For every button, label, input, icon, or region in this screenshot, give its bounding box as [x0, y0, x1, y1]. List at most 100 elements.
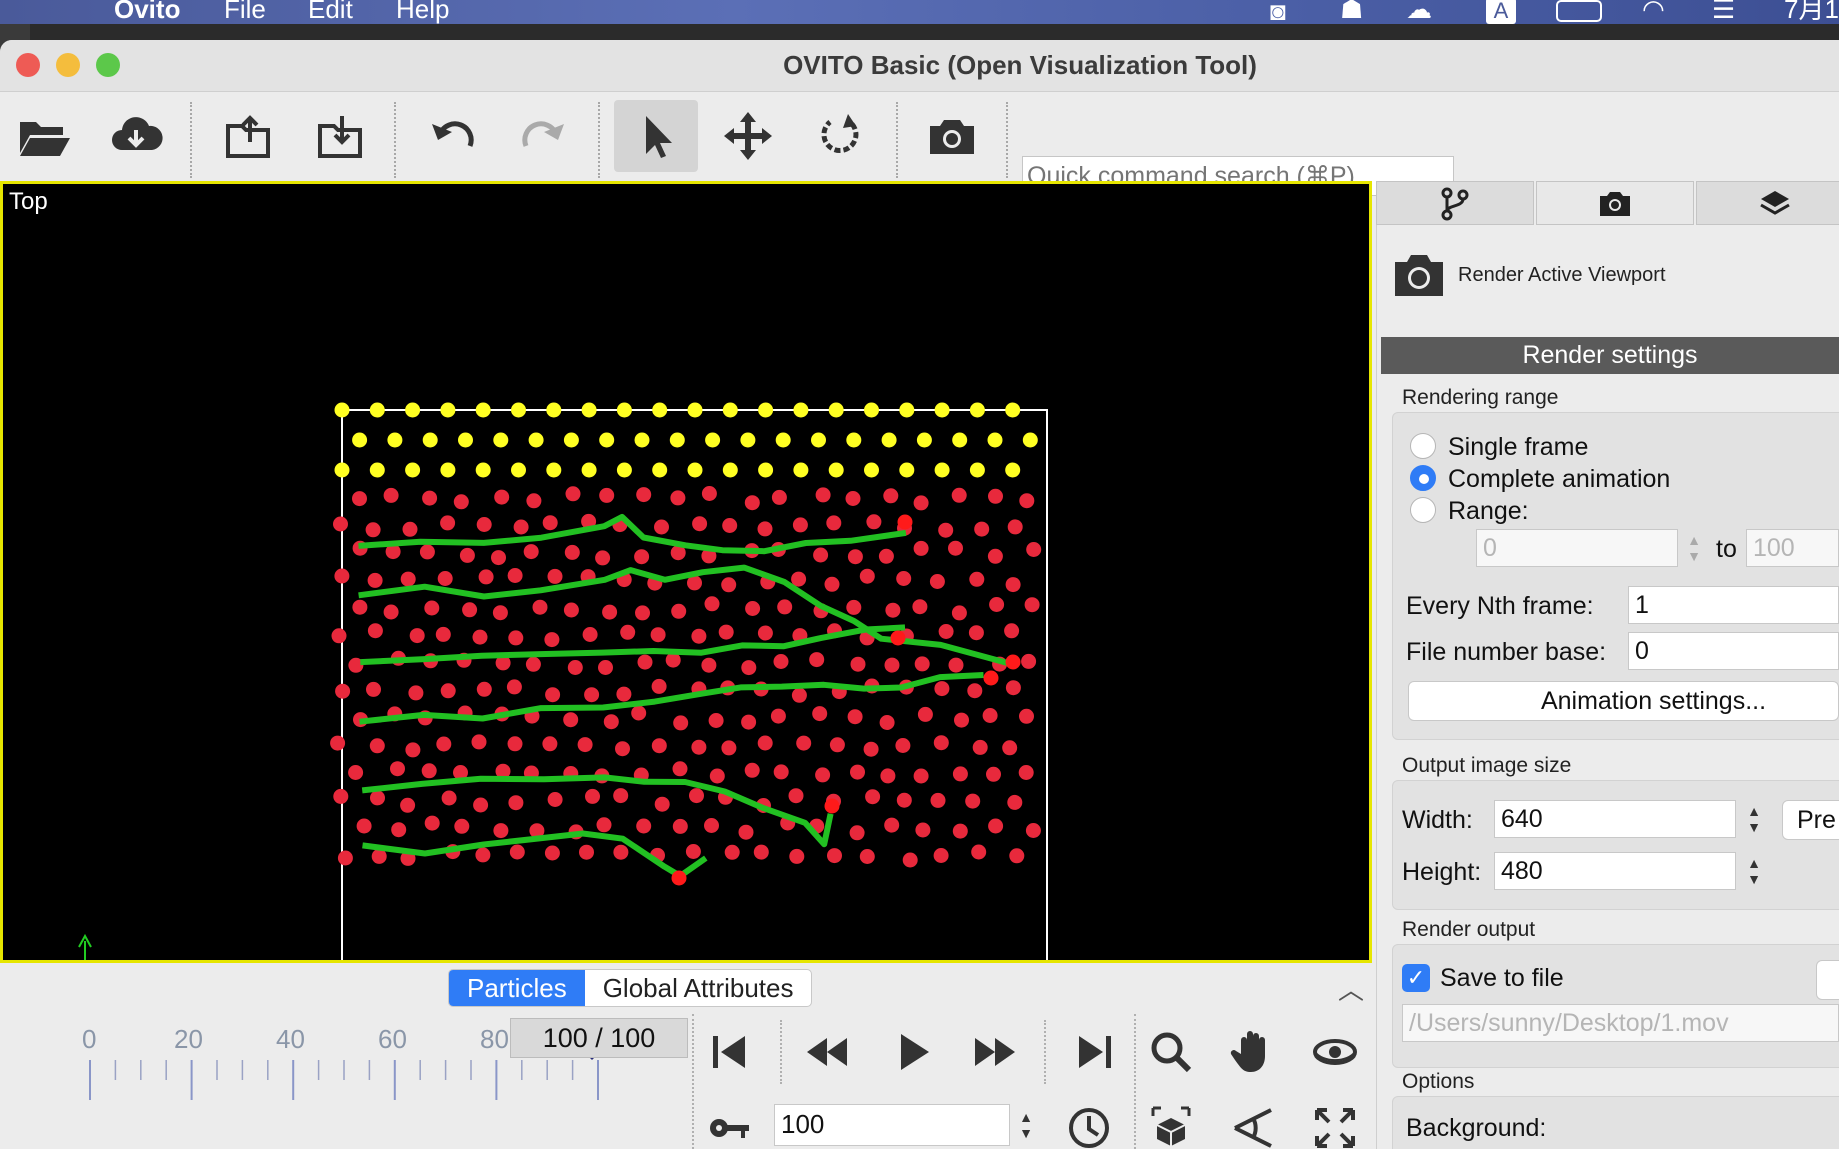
status-wifi-icon[interactable]: ◠ — [1642, 0, 1665, 24]
trajectory-line — [359, 672, 984, 725]
file-number-base-field[interactable]: 0 — [1628, 632, 1839, 670]
atom-middle — [849, 825, 865, 841]
rotate-mode-button[interactable] — [800, 100, 880, 172]
radio-complete-animation[interactable] — [1410, 465, 1436, 491]
width-label: Width: — [1402, 806, 1473, 834]
status-input-method-icon[interactable]: A — [1486, 0, 1516, 24]
atom-middle — [986, 766, 1001, 782]
width-spinner[interactable]: ▲ ▼ — [1740, 800, 1768, 838]
atom-top — [634, 432, 650, 448]
status-record-icon[interactable]: ◙ — [1270, 0, 1286, 26]
atom-middle — [494, 489, 510, 505]
atom-middle — [670, 490, 686, 506]
every-nth-frame-field[interactable]: 1 — [1628, 586, 1839, 624]
atom-middle — [826, 515, 842, 531]
save-to-file-checkbox[interactable]: ✓ — [1402, 964, 1430, 992]
atom-top — [1022, 432, 1038, 448]
range-end-field[interactable]: 100 — [1746, 529, 1839, 567]
options-label: Options — [1402, 1070, 1475, 1093]
viewport-canvas[interactable] — [3, 184, 1369, 960]
save-to-file-label[interactable]: Save to file — [1440, 964, 1564, 993]
tab-render[interactable] — [1536, 181, 1694, 225]
render-output-label: Render output — [1402, 918, 1536, 941]
atom-middle — [409, 628, 425, 644]
radio-range[interactable] — [1410, 497, 1436, 523]
range-start-spinner[interactable]: ▲ ▼ — [1680, 529, 1708, 567]
render-active-viewport-button[interactable] — [1392, 250, 1446, 300]
atom-top — [1005, 402, 1021, 418]
previous-frame-button[interactable] — [792, 1020, 862, 1084]
time-slider-handle[interactable]: 100 / 100 — [510, 1018, 688, 1058]
animation-settings-button[interactable] — [1054, 1096, 1124, 1149]
atom-top — [369, 402, 385, 418]
menu-file[interactable]: File — [224, 0, 266, 24]
atom-top — [722, 462, 738, 478]
atom-middle — [508, 630, 524, 646]
atom-middle — [631, 705, 647, 721]
atom-middle — [544, 632, 560, 648]
menu-app-name[interactable]: Ovito — [114, 0, 180, 24]
play-button[interactable] — [878, 1020, 948, 1084]
status-control-center-icon[interactable]: ☰ — [1712, 0, 1735, 24]
pan-button[interactable] — [1218, 1020, 1288, 1084]
redo-button[interactable] — [504, 100, 584, 172]
next-frame-button[interactable] — [960, 1020, 1030, 1084]
atom-middle — [989, 597, 1005, 612]
frame-spinner[interactable]: ▲ ▼ — [1012, 1106, 1040, 1144]
atom-middle — [603, 714, 619, 730]
animation-settings-button[interactable]: Animation settings... — [1408, 681, 1839, 721]
complete-animation-label[interactable]: Complete animation — [1448, 465, 1670, 494]
choose-file-button[interactable] — [1816, 960, 1839, 1000]
collapse-inspector-icon[interactable]: ︿ — [1338, 970, 1364, 1007]
tab-particles[interactable]: Particles — [449, 970, 585, 1006]
import-button[interactable] — [300, 100, 380, 172]
goto-end-button[interactable] — [1060, 1020, 1130, 1084]
status-battery-icon[interactable] — [1556, 0, 1602, 22]
tab-layers[interactable] — [1696, 181, 1839, 225]
render-button[interactable] — [912, 100, 992, 172]
fov-button[interactable] — [1218, 1096, 1288, 1149]
viewport-caption[interactable]: Top — [9, 188, 48, 216]
single-frame-label[interactable]: Single frame — [1448, 433, 1588, 462]
menu-help[interactable]: Help — [396, 0, 449, 24]
atom-middle — [367, 572, 383, 588]
current-frame-field[interactable]: 100 — [774, 1104, 1010, 1146]
goto-start-button[interactable] — [694, 1020, 764, 1084]
orbit-button[interactable] — [1300, 1020, 1370, 1084]
atom-middle — [701, 486, 717, 501]
pick-orbit-center-button[interactable] — [1136, 1096, 1206, 1149]
load-remote-button[interactable] — [96, 100, 176, 172]
tab-global-attributes[interactable]: Global Attributes — [585, 970, 812, 1006]
status-wechat-icon[interactable]: ☁ — [1406, 0, 1432, 24]
menubar-clock[interactable]: 7月1 — [1784, 0, 1839, 24]
atom-middle — [650, 627, 666, 643]
maximize-arrows-icon — [1315, 1108, 1355, 1148]
status-qq-icon[interactable]: ☗ — [1340, 0, 1363, 24]
export-button[interactable] — [208, 100, 288, 172]
menu-edit[interactable]: Edit — [308, 0, 353, 24]
presets-button[interactable]: Pre — [1782, 800, 1839, 840]
height-field[interactable]: 480 — [1494, 852, 1736, 890]
zoom-button[interactable] — [1136, 1020, 1206, 1084]
radio-single-frame[interactable] — [1410, 433, 1436, 459]
move-mode-button[interactable] — [708, 100, 788, 172]
atom-middle — [598, 660, 613, 675]
range-label[interactable]: Range: — [1448, 497, 1529, 526]
selection-mode-button[interactable] — [614, 100, 698, 172]
width-field[interactable]: 640 — [1494, 800, 1736, 838]
zoom-all-button[interactable] — [1300, 1096, 1370, 1149]
render-active-viewport-label[interactable]: Render Active Viewport — [1458, 264, 1666, 287]
height-spinner[interactable]: ▲ ▼ — [1740, 852, 1768, 890]
undo-button[interactable] — [412, 100, 492, 172]
atom-middle — [896, 792, 912, 808]
animation-mode-button[interactable] — [694, 1096, 764, 1149]
atom-middle — [773, 654, 789, 669]
load-file-button[interactable] — [4, 100, 84, 172]
atom-middle — [478, 569, 494, 585]
range-start-field[interactable]: 0 — [1476, 529, 1678, 567]
atom-middle — [863, 741, 879, 757]
output-path-field[interactable]: /Users/sunny/Desktop/1.mov — [1402, 1004, 1839, 1042]
atom-middle — [938, 522, 954, 538]
tab-pipeline[interactable] — [1376, 181, 1534, 225]
viewport-top[interactable]: Top — [0, 181, 1372, 963]
